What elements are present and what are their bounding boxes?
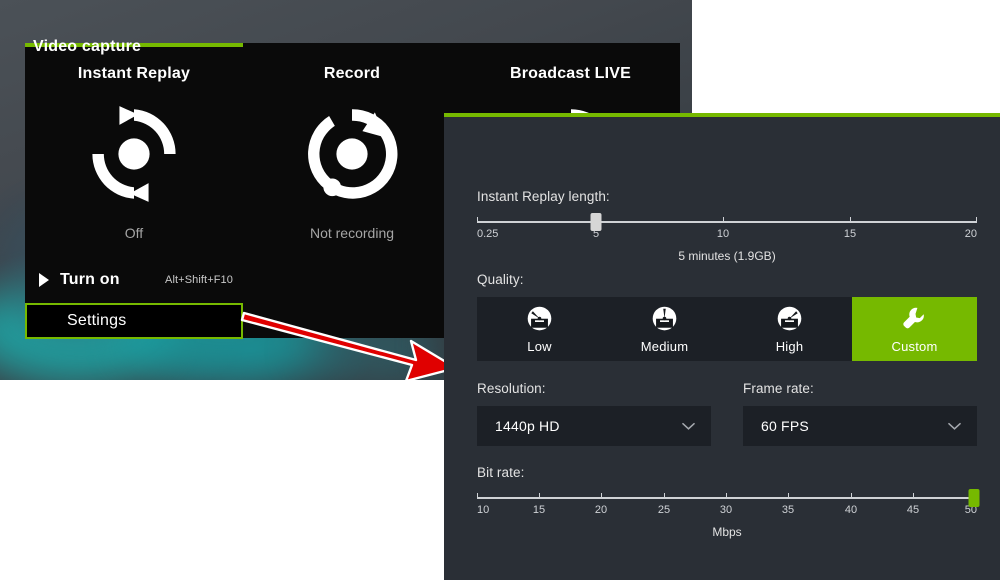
slider-tick-label: 10 [716,228,730,240]
slider-tick-label: 0.25 [477,228,499,240]
quality-option-label: Custom [891,338,938,354]
resolution-label: Resolution: [477,381,546,396]
slider-tick-label: 35 [781,504,795,516]
frame-rate-value: 60 FPS [761,418,809,434]
chevron-down-icon [948,418,961,434]
wrench-icon [901,305,928,335]
tile-title: Instant Replay [77,65,191,82]
gauge-medium-icon [651,305,678,335]
quality-option-label: Medium [640,338,689,354]
slider-tick [539,493,540,499]
turn-on-hotkey: Alt+Shift+F10 [165,274,233,286]
slider-tick-label: 10 [477,504,490,516]
turn-on-row[interactable]: Turn on Alt+Shift+F10 [25,262,243,298]
resolution-value: 1440p HD [495,418,560,434]
slider-tick-label: 25 [657,504,671,516]
slider-tick [788,493,789,499]
chevron-down-icon [682,418,695,434]
tile-status: Not recording [309,225,395,241]
settings-button-label: Settings [67,312,127,329]
turn-on-label: Turn on [60,271,120,288]
slider-track[interactable] [477,221,977,223]
settings-button[interactable]: Settings [25,303,243,339]
instant-replay-length-caption: 5 minutes (1.9GB) [678,249,776,263]
tile-title: Record [323,65,381,82]
slider-tick-label: 30 [719,504,733,516]
slider-tick-label: 15 [843,228,857,240]
slider-tick-label: 20 [964,228,977,240]
quality-option-custom[interactable]: Custom [852,297,977,361]
quality-option-label: High [775,338,804,354]
frame-rate-dropdown[interactable]: 60 FPS [743,406,977,446]
quality-option-high[interactable]: High [727,297,852,361]
screenshot-root: Instant Replay Off Record Not recording [0,0,1000,580]
slider-tick [726,493,727,499]
quality-option-medium[interactable]: Medium [602,297,727,361]
slider-tick-label: 20 [594,504,608,516]
instant-replay-icon [25,102,243,206]
slider-tick [601,493,602,499]
slider-tick [723,217,724,223]
slider-track[interactable] [477,497,977,499]
panel-title: Video capture [33,38,142,55]
quality-option-label: Low [527,338,552,354]
slider-tick [851,493,852,499]
slider-tick [976,217,977,223]
panel-accent-bar [444,113,1000,117]
slider-tick [913,493,914,499]
quality-option-group: Low Medium High Custom [477,297,977,361]
slider-tick-label: 40 [844,504,858,516]
slider-tick [477,217,478,223]
frame-rate-label: Frame rate: [743,381,814,396]
quality-label: Quality: [477,272,524,287]
play-icon [39,273,49,287]
instant-replay-slider-handle[interactable] [590,213,602,231]
annotation-arrow-icon [240,311,458,383]
tile-status: Off [124,225,144,241]
bit-rate-slider-handle[interactable] [968,489,980,507]
bit-rate-caption: Mbps [712,525,742,539]
record-icon [253,102,451,206]
gauge-low-icon [526,305,553,335]
quality-option-low[interactable]: Low [477,297,602,361]
slider-tick [850,217,851,223]
tile-record[interactable]: Record Not recording [253,47,451,338]
resolution-dropdown[interactable]: 1440p HD [477,406,711,446]
gauge-high-icon [776,305,803,335]
instant-replay-length-label: Instant Replay length: [477,189,610,204]
slider-tick [664,493,665,499]
slider-tick-label: 45 [906,504,920,516]
slider-tick [477,493,478,499]
tile-title: Broadcast LIVE [509,65,632,82]
bit-rate-label: Bit rate: [477,465,525,480]
slider-tick-label: 15 [532,504,546,516]
